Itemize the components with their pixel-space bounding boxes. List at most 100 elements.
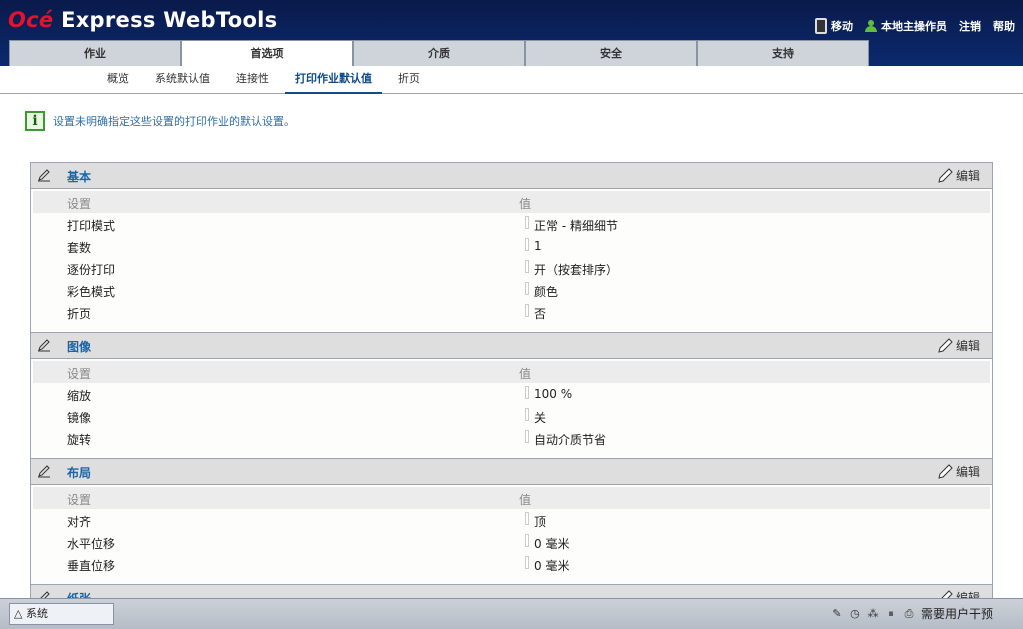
table-row: 对齐 顶	[31, 509, 992, 531]
setting-name: 打印模式	[67, 219, 116, 233]
tab-jobs[interactable]: 作业	[9, 40, 181, 66]
mobile-label: 移动	[831, 20, 853, 33]
setting-name: 缩放	[67, 389, 92, 403]
table-row: 镜像 关	[31, 405, 992, 427]
edit-pencil-icon	[938, 337, 953, 353]
value-marker	[525, 408, 529, 421]
setting-name: 镜像	[67, 411, 92, 425]
setting-name: 套数	[67, 241, 92, 255]
tray-icon: ⁂	[867, 606, 879, 620]
col-value: 值	[519, 197, 532, 211]
pencil-icon	[40, 591, 50, 598]
table-row: 旋转 自动介质节省	[31, 427, 992, 449]
info-text: 设置未明确指定这些设置的打印作业的默认设置。	[53, 115, 295, 128]
table-row: 垂直位移 0 毫米	[31, 553, 992, 575]
value-marker	[525, 304, 529, 317]
col-setting: 设置	[67, 493, 92, 507]
status-bar: △ 系统 ✎ ◷ ⁂ ⏸ ⎙ 需要用户干预	[0, 598, 1023, 629]
user-button[interactable]: 本地主操作员	[865, 18, 947, 34]
printer-icon: ⎙	[904, 606, 914, 620]
section-basic: 基本 编辑 设置 值 打印模式 正常 - 精细细节 套数 1 逐份打印 开（按套排序）…	[30, 162, 993, 333]
value-marker	[525, 512, 529, 525]
table-row: 折页 否	[31, 301, 992, 323]
value-marker	[525, 430, 529, 443]
col-setting: 设置	[67, 367, 92, 381]
col-setting: 设置	[67, 197, 92, 211]
tab-security[interactable]: 安全	[525, 40, 697, 66]
pause-icon[interactable]: ⏸	[885, 607, 897, 620]
edit-pencil-icon	[938, 463, 953, 479]
brand-red: Océ	[8, 8, 54, 32]
edit-label: 编辑	[955, 169, 980, 183]
mobile-button[interactable]: 移动	[815, 18, 853, 34]
value-marker	[525, 238, 529, 251]
table-row: 缩放 100 %	[31, 383, 992, 405]
subnav-connectivity[interactable]: 连接性	[226, 66, 279, 94]
clock-icon: ◷	[850, 606, 860, 620]
section-header: 纸张 编辑	[31, 585, 992, 598]
edit-label: 编辑	[955, 591, 980, 598]
section-title: 基本	[67, 170, 92, 184]
subnav-folding[interactable]: 折页	[388, 66, 430, 94]
subnav-overview[interactable]: 概览	[97, 66, 139, 94]
value-marker	[525, 534, 529, 547]
sub-navigation: 概览 系统默认值 连接性 打印作业默认值 折页	[0, 66, 1023, 94]
setting-name: 垂直位移	[67, 559, 116, 573]
value-marker	[525, 260, 529, 273]
section-title: 图像	[67, 340, 92, 354]
table-row: 套数 1	[31, 235, 992, 257]
setting-name: 旋转	[67, 433, 92, 447]
logout-link[interactable]: 注销	[959, 18, 981, 34]
subnav-print-job-defaults[interactable]: 打印作业默认值	[285, 66, 382, 94]
setting-name: 对齐	[67, 515, 92, 529]
setting-name: 折页	[67, 307, 92, 321]
main-content: i 设置未明确指定这些设置的打印作业的默认设置。 基本 编辑 设置 值 打印模式…	[0, 95, 1023, 598]
column-header: 设置 值	[33, 487, 990, 509]
col-value: 值	[519, 493, 532, 507]
setting-value: 自动介质节省	[534, 433, 607, 447]
section-header: 基本 编辑	[31, 163, 992, 189]
setting-value: 正常 - 精细细节	[534, 219, 618, 233]
printer-status: ✎ ◷ ⁂ ⏸ ⎙ 需要用户干预	[831, 605, 993, 622]
setting-value: 开（按套排序）	[534, 263, 619, 277]
setting-value: 颜色	[534, 285, 559, 299]
edit-button[interactable]: 编辑	[937, 589, 980, 598]
setting-name: 逐份打印	[67, 263, 116, 277]
warning-icon: ✎	[832, 606, 842, 620]
edit-pencil-icon	[938, 167, 953, 183]
main-tabs: 作业 首选项 介质 安全 支持	[9, 40, 869, 66]
system-tab[interactable]: △ 系统	[9, 603, 114, 625]
section-header: 布局 编辑	[31, 459, 992, 485]
value-marker	[525, 282, 529, 295]
section-paper: 纸张 编辑	[30, 584, 993, 598]
table-row: 逐份打印 开（按套排序）	[31, 257, 992, 279]
column-header: 设置 值	[33, 361, 990, 383]
help-link[interactable]: 帮助	[993, 18, 1015, 34]
col-value: 值	[519, 367, 532, 381]
tab-media[interactable]: 介质	[353, 40, 525, 66]
table-row: 水平位移 0 毫米	[31, 531, 992, 553]
edit-button[interactable]: 编辑	[937, 337, 980, 354]
tab-support[interactable]: 支持	[697, 40, 869, 66]
setting-value: 1	[534, 239, 542, 253]
edit-label: 编辑	[955, 339, 980, 353]
user-label: 本地主操作员	[881, 20, 947, 33]
tab-preferences[interactable]: 首选项	[181, 40, 353, 66]
table-row: 彩色模式 颜色	[31, 279, 992, 301]
info-icon: i	[25, 111, 45, 131]
edit-button[interactable]: 编辑	[937, 463, 980, 480]
subnav-system-defaults[interactable]: 系统默认值	[145, 66, 220, 94]
setting-value: 100 %	[534, 387, 573, 401]
section-title: 布局	[67, 466, 92, 480]
app-logo: Océ Express WebTools	[8, 8, 277, 32]
section-image: 图像 编辑 设置 值 缩放 100 % 镜像 关 旋转 自动介质节省	[30, 332, 993, 459]
user-icon	[865, 20, 877, 32]
setting-value: 关	[534, 411, 547, 425]
top-actions: 移动 本地主操作员 注销 帮助	[815, 18, 1015, 34]
brand-white: Express WebTools	[53, 8, 278, 32]
setting-value: 否	[534, 307, 547, 321]
edit-label: 编辑	[955, 465, 980, 479]
pencil-icon	[38, 339, 50, 352]
edit-button[interactable]: 编辑	[937, 167, 980, 184]
setting-value: 顶	[534, 515, 547, 529]
